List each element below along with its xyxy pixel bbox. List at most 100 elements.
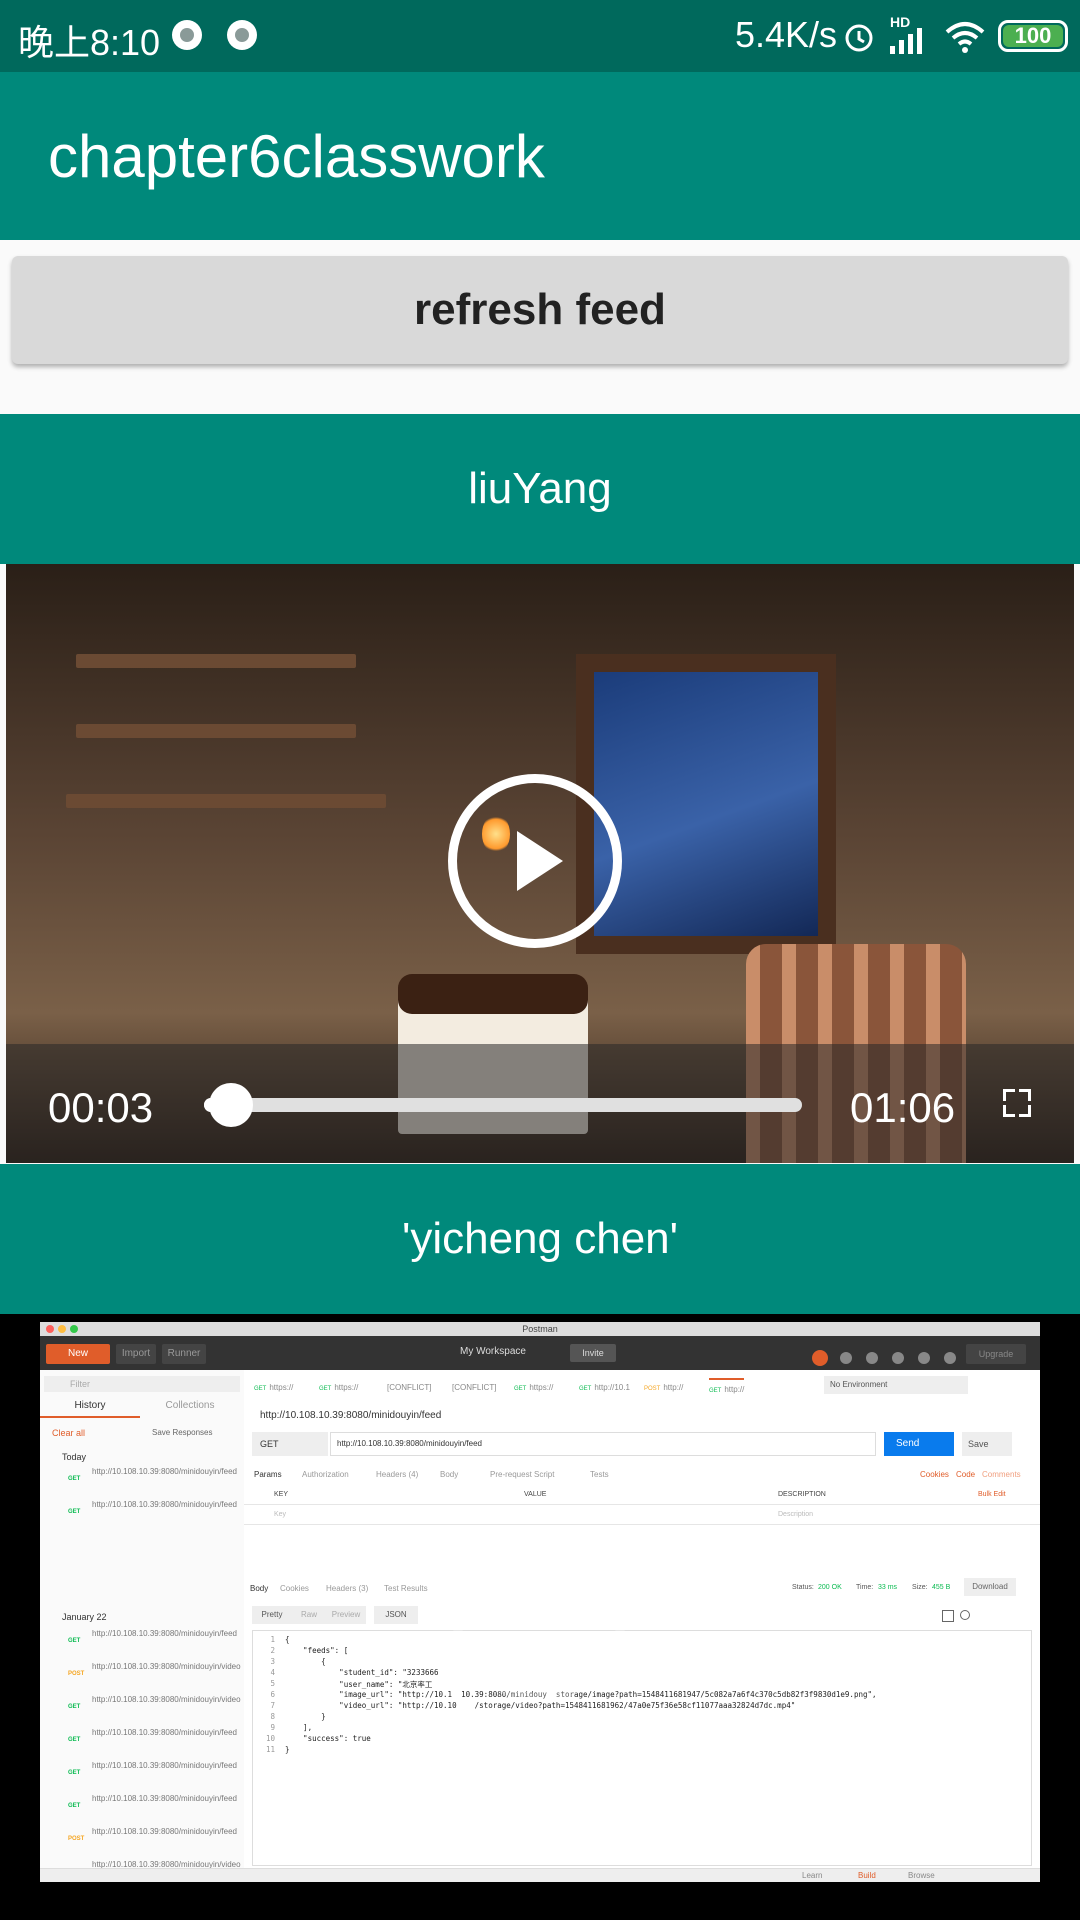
- history-item-url: http://10.108.10.39:8080/minidouyin/feed: [92, 1827, 237, 1836]
- tab-collections: Collections: [165, 1400, 215, 1411]
- avatar: [944, 1352, 956, 1364]
- request-tab-method: GET: [319, 1386, 332, 1392]
- duration: 01:06: [850, 1084, 956, 1131]
- code-line-number: 8: [270, 1712, 275, 1721]
- history-group-label: Today: [62, 1452, 87, 1462]
- request-tab: [CONFLICT]: [384, 1378, 431, 1398]
- method-select: GET: [252, 1432, 328, 1456]
- history-item: GET http://10.108.10.39:8080/minidouyin/f…: [40, 1791, 240, 1823]
- request-tab-label: https://: [529, 1383, 554, 1392]
- code-line-number: 11: [265, 1745, 275, 1754]
- history-item: GET http://10.108.10.39:8080/minidouyin/f…: [40, 1725, 240, 1757]
- comments-link: Comments: [982, 1470, 1021, 1479]
- preview-button: Preview: [326, 1606, 366, 1624]
- code-line: ],: [285, 1723, 313, 1732]
- workspace-selector: My Workspace: [460, 1346, 526, 1357]
- postman-statusbar: Learn Build Browse: [40, 1868, 1040, 1882]
- network-speed: 5.4K/s: [735, 14, 838, 55]
- code-link: Code: [956, 1470, 976, 1479]
- response-tab-cookies: Cookies: [280, 1584, 309, 1593]
- upgrade-button: Upgrade: [966, 1344, 1026, 1364]
- request-tab: GET http://: [709, 1378, 745, 1400]
- history-item: GET http://10.108.10.39:8080/minidouyin/f…: [40, 1626, 240, 1658]
- code-line: "success": true: [285, 1734, 371, 1743]
- subtab-pre-request-script: Pre-request Script: [490, 1470, 555, 1479]
- code-line-number: 4: [270, 1668, 275, 1677]
- raw-button: Raw: [292, 1606, 326, 1624]
- request-tab-label: https://: [334, 1383, 359, 1392]
- request-tab-label: https://: [269, 1383, 294, 1392]
- request-tab-label: http://10.1: [594, 1383, 630, 1392]
- seek-thumb[interactable]: [209, 1083, 253, 1127]
- invite-button: Invite: [570, 1344, 616, 1362]
- feed-user-name: liuYang: [0, 414, 1080, 564]
- request-title: http://10.108.10.39:8080/minidouyin/feed: [260, 1410, 442, 1421]
- response-tab-body: Body: [250, 1584, 269, 1593]
- download-button: Download: [964, 1578, 1016, 1596]
- postman-sidebar: Filter History Collections Clear all Sav…: [40, 1370, 245, 1875]
- heart-icon: [918, 1352, 930, 1364]
- time-value: 33 ms: [878, 1584, 898, 1591]
- postman-title: Postman: [522, 1324, 558, 1334]
- code-line: "feeds": [: [285, 1646, 349, 1655]
- code-line: }: [285, 1745, 290, 1754]
- postman-titlebar: Postman: [40, 1322, 1040, 1336]
- notification-circle-icon: [227, 20, 257, 50]
- filter-input: Filter: [44, 1376, 240, 1392]
- learn-link: Learn: [802, 1871, 823, 1880]
- code-line-number: 6: [270, 1690, 275, 1699]
- cookies-link: Cookies: [920, 1470, 949, 1479]
- subtab-params: Params: [254, 1470, 282, 1479]
- history-item-url: http://10.108.10.39:8080/minidouyin/vide…: [92, 1695, 241, 1704]
- request-tab-label: http://: [724, 1385, 745, 1394]
- history-item: GET http://10.108.10.39:8080/minidouyin/f…: [40, 1497, 240, 1529]
- satellite-icon: [840, 1352, 852, 1364]
- code-line: {: [285, 1657, 326, 1666]
- description-placeholder: Description: [778, 1511, 814, 1518]
- subtab-headers: Headers (4): [376, 1470, 419, 1479]
- history-item: GET http://10.108.10.39:8080/minidouyin/v…: [40, 1692, 241, 1724]
- battery-level: 100: [1003, 25, 1063, 47]
- alarm-icon: [845, 24, 873, 52]
- code-line: "image_url": "http://10.1 10.39:8080/min…: [285, 1690, 877, 1699]
- request-tab: GET https://: [319, 1378, 358, 1398]
- scene-cake-drip: [398, 974, 588, 1014]
- signal-icon: [890, 28, 922, 54]
- history-item-method: POST: [68, 1836, 85, 1842]
- pretty-button: Pretty: [252, 1606, 292, 1624]
- history-item: GET http://10.108.10.39:8080/minidouyin/f…: [40, 1758, 240, 1790]
- code-line: "video_url": "http://10.10 /storage/vide…: [285, 1701, 796, 1710]
- subtab-authorization: Authorization: [302, 1470, 349, 1479]
- params-col-key: KEY: [274, 1491, 289, 1498]
- request-tab: GET https://: [254, 1378, 293, 1398]
- code-line-number: 2: [270, 1646, 275, 1655]
- search-icon: [960, 1610, 970, 1620]
- history-item: POST http://10.108.10.39:8080/minidouyin/…: [40, 1659, 241, 1691]
- request-tab-method: GET: [709, 1388, 722, 1394]
- url-input: http://10.108.10.39:8080/minidouyin/feed: [330, 1432, 876, 1456]
- seek-bar[interactable]: [204, 1098, 802, 1112]
- code-line: "student_id": "3233666: [285, 1668, 439, 1677]
- status-value: 200 OK: [818, 1584, 842, 1591]
- save-button: Save: [962, 1432, 1012, 1456]
- wrench-icon: [866, 1352, 878, 1364]
- request-tab: POST http://: [644, 1378, 683, 1398]
- runner-button: Runner: [162, 1344, 206, 1364]
- code-line-number: 1: [270, 1635, 275, 1644]
- current-time: 00:03: [48, 1084, 154, 1131]
- scene-window: [576, 654, 836, 954]
- code-line: }: [285, 1712, 326, 1721]
- request-tab-method: POST: [644, 1386, 661, 1392]
- history-item-method: GET: [68, 1737, 81, 1743]
- refresh-feed-button[interactable]: refresh feed: [12, 256, 1068, 364]
- app-title: chapter6classwork: [48, 123, 545, 190]
- play-button-icon: [452, 1528, 626, 1702]
- play-button-icon[interactable]: [448, 774, 622, 948]
- notification-circle-icon: [172, 20, 202, 50]
- request-tab-label: [CONFLICT]: [387, 1383, 432, 1392]
- params-col-description: DESCRIPTION: [778, 1491, 826, 1498]
- fullscreen-icon[interactable]: [1003, 1089, 1031, 1117]
- scene-shelf: [76, 724, 356, 738]
- postman-toolbar: New Import Runner My Workspace Invite Up…: [40, 1336, 1040, 1370]
- scene-shelf: [76, 654, 356, 668]
